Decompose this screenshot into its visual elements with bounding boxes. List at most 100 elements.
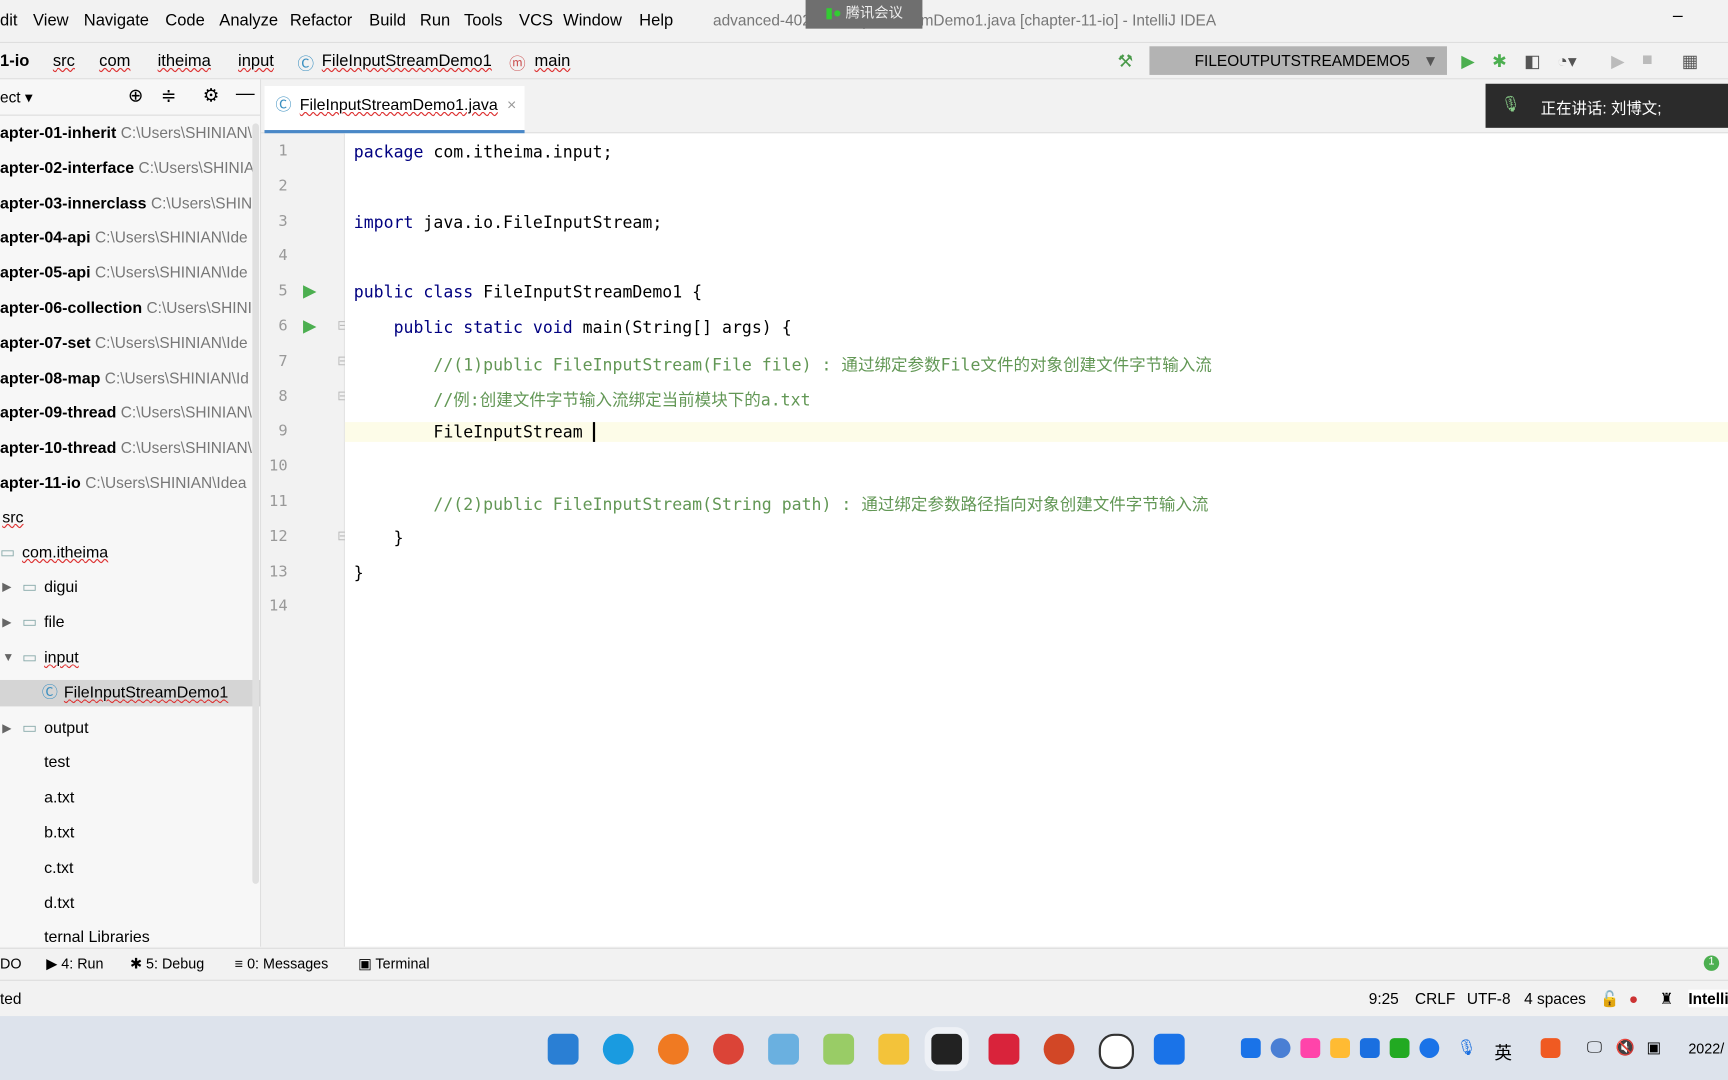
inspector-icon[interactable]: ♜ [1660,990,1674,1009]
bluetooth-icon[interactable] [1419,1038,1440,1058]
ime-indicator[interactable]: 英 [1494,1038,1512,1064]
file-explorer-icon[interactable] [878,1033,910,1065]
code-editor[interactable]: package com.itheima.input; import java.io… [344,133,1728,947]
menu-7[interactable]: Run [420,11,450,30]
build-icon[interactable]: ⚒ [1117,51,1133,73]
tray-app-icon[interactable] [1270,1038,1291,1058]
tray-app2-icon[interactable] [1300,1038,1321,1058]
module-item[interactable]: apter-06-collection C:\Users\SHINI [0,294,252,320]
tool-window-button[interactable]: ▣ Terminal [358,955,429,973]
tree-item[interactable]: ▭ com.itheima [0,540,260,566]
tool-window-button[interactable]: ✱ 5: Debug [130,955,204,973]
expanded-arrow-icon[interactable]: ▼ [2,645,14,671]
powerpoint-icon[interactable] [1043,1033,1075,1065]
menu-2[interactable]: Navigate [84,11,149,30]
nvidia-icon[interactable] [1389,1038,1410,1058]
clock-date[interactable]: 2022/ [1688,1040,1724,1057]
tree-item[interactable]: ▶ ▭ file [0,610,260,636]
tree-item[interactable]: b.txt [0,820,260,846]
breadcrumb-item[interactable]: src [53,52,75,71]
xmind-icon[interactable] [988,1033,1020,1065]
line-separator[interactable]: CRLF [1415,990,1455,1008]
edge-icon[interactable] [602,1033,634,1065]
breadcrumb-item[interactable]: main [534,52,570,71]
minimize-button[interactable]: – [1673,7,1683,27]
menu-6[interactable]: Build [369,11,406,30]
tool-window-button[interactable]: ▶ 4: Run [46,955,103,973]
lock-icon[interactable]: 🔓 [1600,990,1619,1009]
breadcrumb-item[interactable]: input [238,52,274,71]
resume-icon[interactable]: ▶ [1611,51,1625,73]
module-item[interactable]: apter-10-thread C:\Users\SHINIAN\ [0,434,252,460]
clock-icon[interactable] [1098,1033,1134,1069]
module-item[interactable]: apter-11-io C:\Users\SHINIAN\Idea [0,469,246,495]
tray-app3-icon[interactable] [1330,1038,1350,1058]
microphone-tray-icon[interactable]: 🎙 [1457,1038,1477,1057]
tray-shield-icon[interactable] [1359,1038,1380,1058]
stop-icon[interactable]: ■ [1642,51,1653,71]
meeting-indicator[interactable]: ▮● 腾讯会议 [805,0,923,29]
battery-icon[interactable]: ▣ [1646,1038,1661,1057]
run-gutter-icon[interactable]: ▶ [303,280,317,302]
gear-icon[interactable]: ⚙ [203,85,220,107]
collapsed-arrow-icon[interactable]: ▶ [2,715,11,741]
menu-10[interactable]: Window [563,11,622,30]
network-icon[interactable]: 🖵 [1587,1038,1602,1057]
module-item[interactable]: apter-05-api C:\Users\SHINIAN\Ide [0,259,248,285]
menu-4[interactable]: Analyze [219,11,278,30]
run-icon[interactable]: ▶ [1461,51,1475,73]
menu-1[interactable]: View [33,11,69,30]
tree-item[interactable]: ▼ ▭ input [0,645,260,671]
tab-filinputstreamdemo1[interactable]: Ⓒ FileInputStreamDemo1.java × [264,85,525,134]
menu-0[interactable]: dit [0,11,17,30]
tool-window-button[interactable]: ≡ 0: Messages [235,955,329,972]
profile-icon[interactable]: ◔▾ [1557,51,1577,73]
tree-item[interactable]: ▶ ▭ output [0,715,260,741]
project-structure-icon[interactable]: ▦ [1682,51,1699,73]
menu-5[interactable]: Refactor [290,11,352,30]
module-item[interactable]: apter-07-set C:\Users\SHINIAN\Ide [0,329,248,355]
module-item[interactable]: apter-02-interface C:\Users\SHINIA [0,154,254,180]
collapse-icon[interactable]: ≑ [161,85,177,107]
intellij-icon[interactable] [924,1027,969,1072]
breadcrumb-item[interactable]: FileInputStreamDemo1 [322,52,492,71]
module-item[interactable]: apter-03-innerclass C:\Users\SHINI [0,189,256,215]
coverage-icon[interactable]: ◧ [1524,51,1541,73]
indent[interactable]: 4 spaces [1524,990,1586,1008]
breadcrumb-item[interactable]: itheima [158,52,211,71]
menu-3[interactable]: Code [165,11,205,30]
module-item[interactable]: apter-01-inherit C:\Users\SHINIAN\ [0,119,252,145]
tree-item[interactable]: c.txt [0,855,260,881]
firefox-icon[interactable] [657,1033,689,1065]
sogou-icon[interactable] [1540,1038,1561,1058]
meeting-app-icon[interactable] [1153,1033,1185,1065]
tree-item[interactable]: a.txt [0,785,260,811]
breadcrumb-item[interactable]: com [99,52,130,71]
menu-9[interactable]: VCS [519,11,553,30]
locate-icon[interactable]: ⊕ [128,85,144,107]
collapsed-arrow-icon[interactable]: ▶ [2,575,11,601]
module-item[interactable]: apter-08-map C:\Users\SHINIAN\Id [0,364,249,390]
project-view-select[interactable]: ect ▾ [0,88,33,107]
tree-item[interactable]: src [0,505,260,531]
tree-item[interactable]: ▶ ▭ digui [0,575,260,601]
volume-icon[interactable]: 🔇 [1616,1038,1635,1057]
tree-item[interactable]: d.txt [0,890,260,916]
debug-icon[interactable]: ✱ [1492,51,1507,73]
tree-item[interactable]: test [0,750,260,776]
module-item[interactable]: apter-09-thread C:\Users\SHINIAN\ [0,399,252,425]
notification-icon[interactable]: ● [1629,990,1638,1008]
collapsed-arrow-icon[interactable]: ▶ [2,610,11,636]
hide-icon[interactable]: — [236,83,255,105]
breadcrumb-item[interactable]: 1-io [0,52,29,71]
module-item[interactable]: apter-04-api C:\Users\SHINIAN\Ide [0,224,248,250]
tool-window-button[interactable]: DO [0,955,21,972]
tray-meeting-icon[interactable] [1240,1038,1261,1058]
scrollbar[interactable] [252,123,259,884]
notepad-icon[interactable] [823,1033,855,1065]
tree-item[interactable]: Ⓒ FileInputStreamDemo1 [0,679,261,707]
encoding[interactable]: UTF-8 [1467,990,1511,1008]
menu-11[interactable]: Help [639,11,673,30]
windows-start-icon[interactable] [547,1033,579,1065]
run-gutter-icon[interactable]: ▶ [303,315,317,337]
